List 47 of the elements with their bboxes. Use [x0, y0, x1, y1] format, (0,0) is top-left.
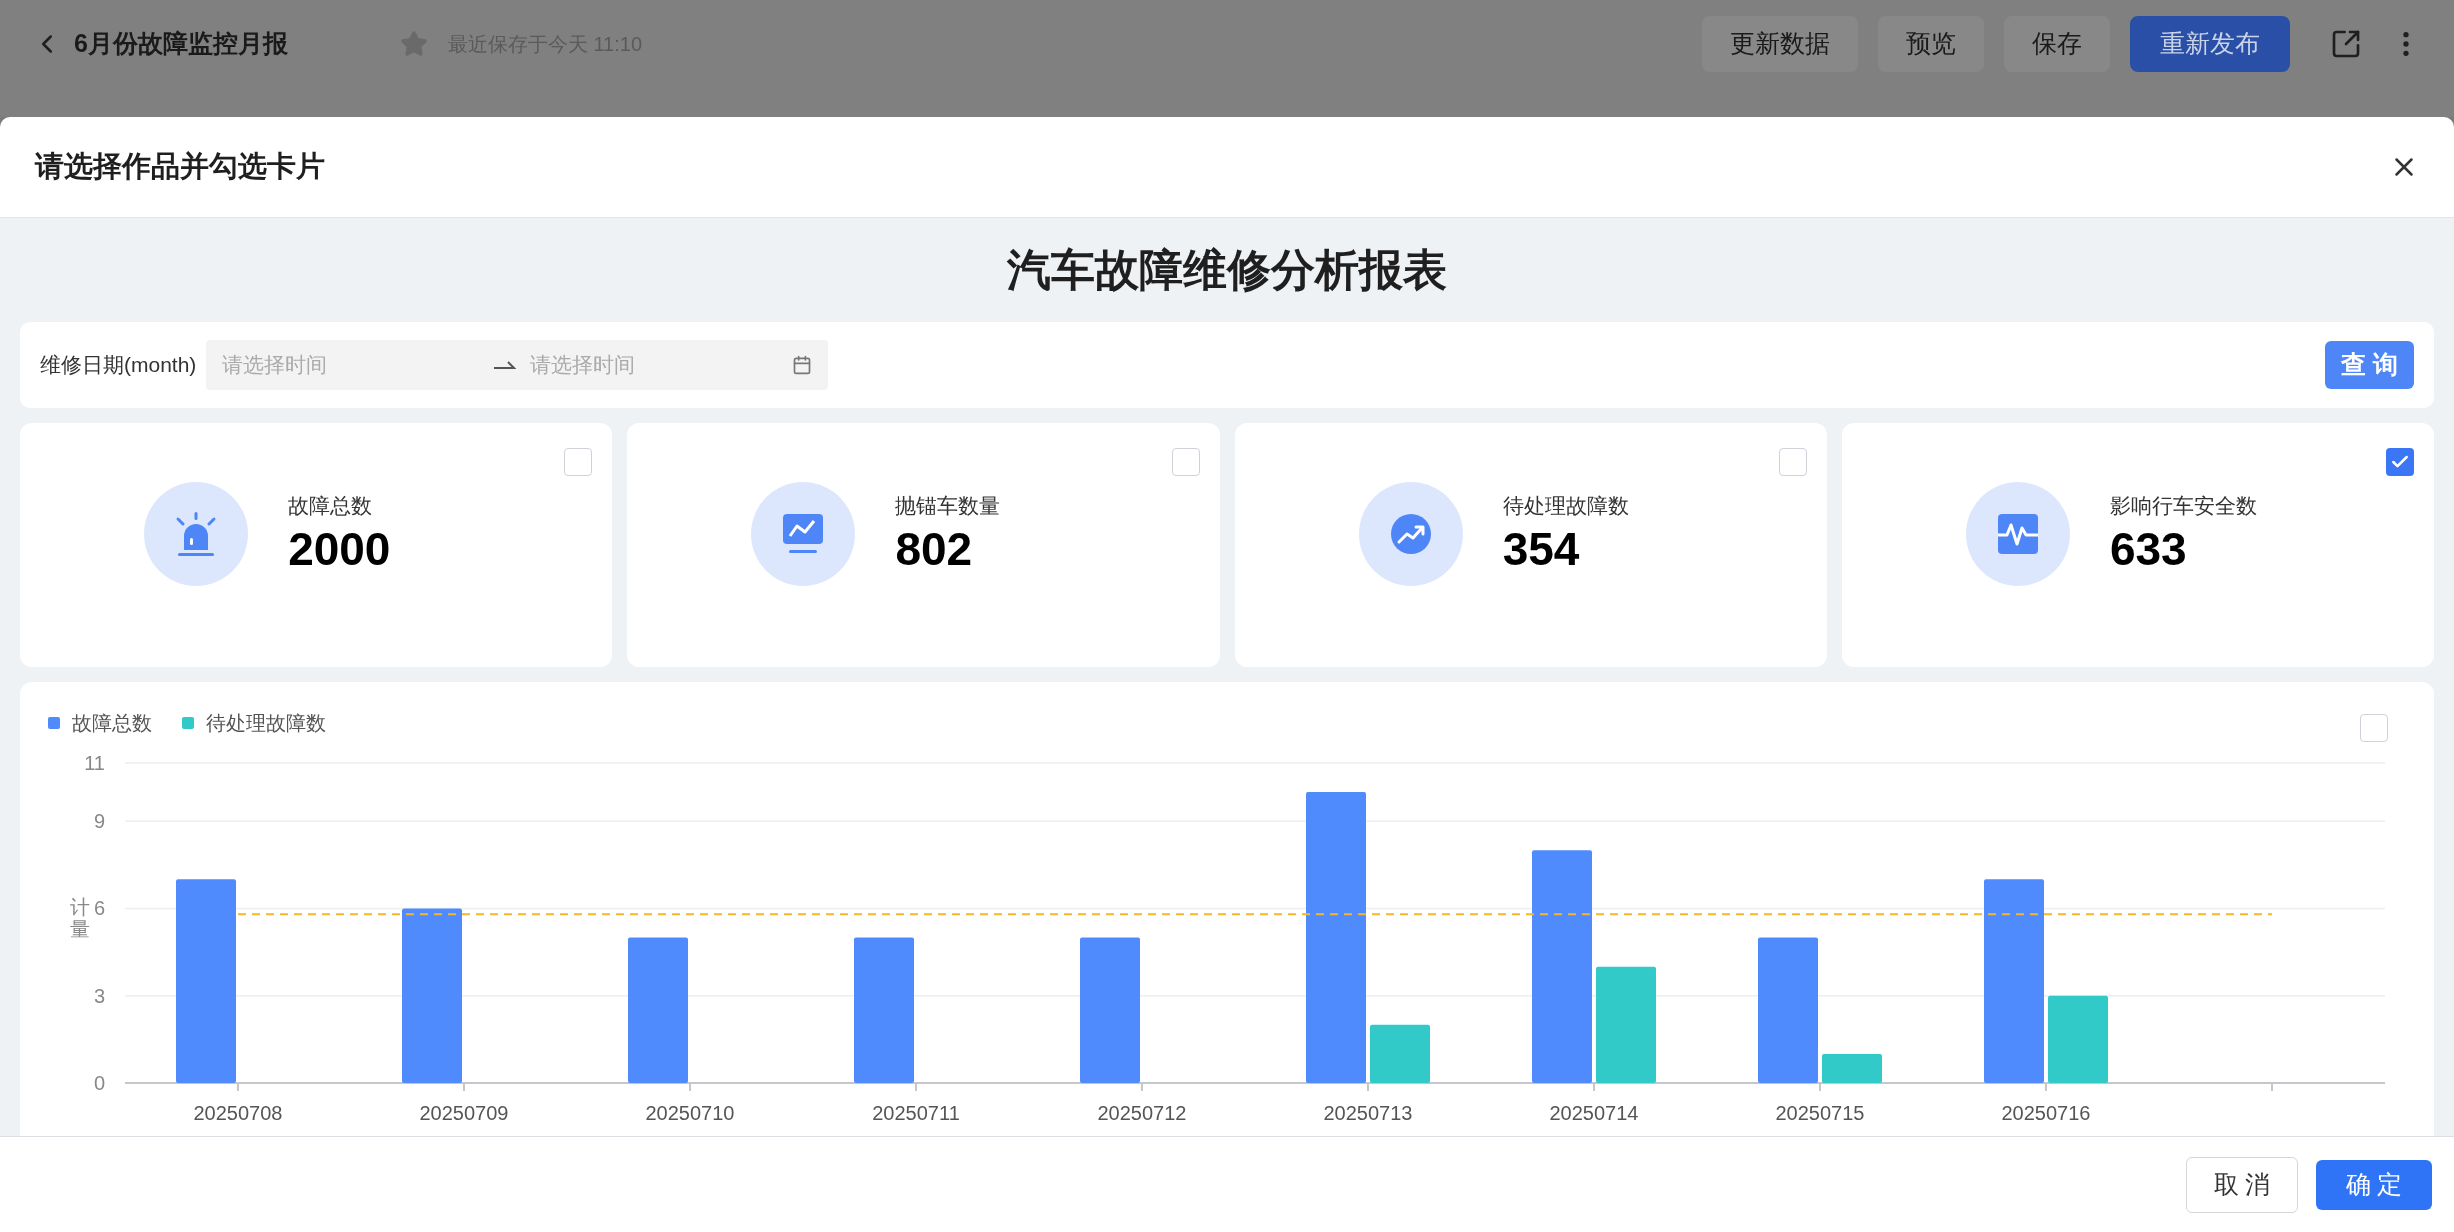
start-date-placeholder: 请选择时间 [222, 352, 329, 379]
toolbar-button[interactable]: 保存 [2004, 16, 2110, 72]
end-date-placeholder: 请选择时间 [530, 352, 636, 379]
confirm-button[interactable]: 确 定 [2316, 1159, 2432, 1210]
stat-label: 故障总数 [288, 492, 374, 519]
toolbar-button[interactable]: 更新数据 [1702, 16, 1858, 72]
toolbar-button[interactable]: 预览 [1878, 16, 1984, 72]
legend-label: 故障总数 [72, 711, 152, 736]
x-tick-label: 20250712 [1097, 1102, 1187, 1124]
report-heading: 汽车故障维修分析报表 [1006, 244, 1448, 296]
x-tick-label: 20250711 [872, 1102, 960, 1124]
stat-value: 2000 [288, 522, 392, 577]
x-tick-label: 20250709 [419, 1102, 509, 1124]
stat-value: 633 [2109, 522, 2188, 577]
bar [1822, 1053, 1882, 1083]
filter-label: 维修日期(month) [40, 352, 197, 379]
y-axis-title: 计量 [70, 896, 90, 941]
stat-value: 354 [1502, 522, 1581, 577]
y-tick-label: 3 [93, 984, 105, 1007]
x-tick-label: 20250710 [645, 1102, 735, 1124]
checkbox[interactable] [2386, 448, 2414, 476]
x-tick-label: 20250708 [193, 1102, 283, 1124]
x-tick-label: 20250714 [1549, 1102, 1639, 1124]
y-tick-label: 9 [93, 810, 105, 833]
stat-label: 待处理故障数 [1502, 492, 1630, 519]
dialog-title: 请选择作品并勾选卡片 [35, 149, 325, 185]
y-tick-label: 6 [93, 897, 105, 920]
checkbox[interactable] [564, 448, 593, 476]
checkbox[interactable] [2360, 714, 2388, 742]
checkbox[interactable] [1171, 448, 1200, 476]
share-icon[interactable] [2330, 28, 2362, 60]
report-title: 6月份故障监控月报 [74, 28, 288, 60]
y-tick-label: 0 [93, 1072, 105, 1094]
stat-label: 抛锚车数量 [895, 492, 1002, 519]
x-tick-label: 20250716 [2001, 1102, 2091, 1124]
bar [1370, 1024, 1430, 1083]
cancel-button[interactable]: 取 消 [2186, 1156, 2298, 1213]
stat-value: 802 [895, 522, 974, 577]
query-button[interactable]: 查 询 [2325, 341, 2414, 389]
x-tick-label: 20250715 [1775, 1102, 1865, 1124]
calendar-icon [792, 355, 813, 375]
toolbar-button[interactable]: 重新发布 [2130, 16, 2290, 72]
legend-label: 待处理故障数 [206, 711, 326, 736]
stat-label: 影响行车安全数 [2109, 492, 2258, 519]
y-tick-label: 11 [84, 752, 105, 774]
x-tick-label: 20250713 [1323, 1102, 1413, 1124]
checkbox[interactable] [1778, 448, 1807, 476]
